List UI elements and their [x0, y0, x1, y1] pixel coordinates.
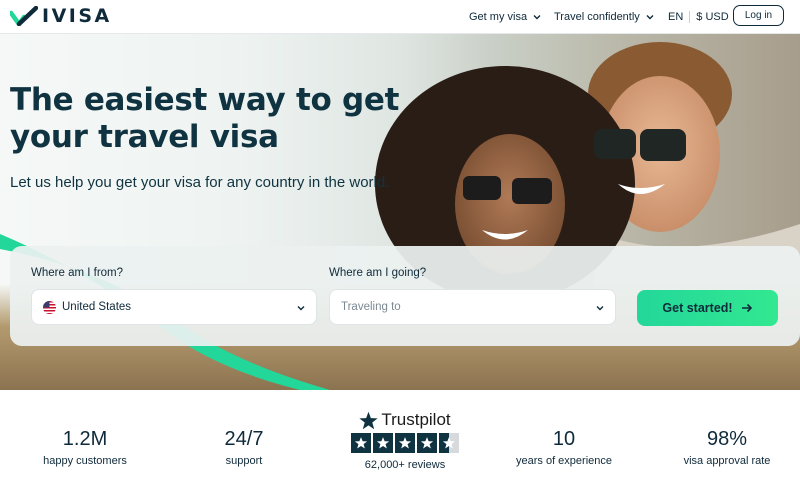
chevron-down-icon [533, 15, 541, 20]
stat-label: support [225, 455, 263, 467]
from-field-label: Where am I from? [31, 267, 124, 279]
stat-value: 10 [552, 428, 576, 450]
stat-happy-customers: 1.2M happy customers [25, 428, 145, 467]
stat-years-experience: 10 years of experience [504, 428, 624, 467]
star-icon [351, 433, 371, 453]
hero-subline: Let us help you get your visa for any co… [10, 174, 390, 191]
destination-placeholder: Traveling to [341, 301, 401, 313]
to-field-label: Where am I going? [329, 267, 427, 279]
visa-search-panel: Where am I from? United States Where am … [10, 246, 800, 346]
stats-bar: 1.2M happy customers 24/7 support Trustp… [0, 390, 800, 495]
language-selector[interactable]: EN [668, 11, 683, 23]
hero-headline: The easiest way to get your travel visa [10, 82, 400, 155]
trustpilot-reviews: 62,000+ reviews [364, 459, 446, 471]
chevron-down-icon [596, 306, 604, 311]
stat-support: 24/7 support [184, 428, 304, 467]
nav-get-my-visa[interactable]: Get my visa [469, 11, 542, 23]
us-flag-icon [43, 300, 56, 314]
divider [689, 11, 691, 23]
trustpilot-star-icon [359, 411, 378, 429]
stat-approval-rate: 98% visa approval rate [664, 428, 790, 467]
stat-label: years of experience [516, 455, 612, 467]
nav-label: Get my visa [469, 11, 528, 23]
trustpilot-rating [330, 433, 480, 453]
trustpilot-widget[interactable]: Trustpilot 62,000+ reviews [330, 410, 480, 471]
star-icon [417, 433, 437, 453]
trustpilot-name: Trustpilot [381, 410, 451, 429]
top-header: IVISA Get my visa Travel confidently EN … [0, 0, 800, 34]
trustpilot-title: Trustpilot [330, 410, 480, 430]
chevron-down-icon [297, 306, 305, 311]
currency-selector[interactable]: $ USD [696, 11, 728, 23]
star-icon [395, 433, 415, 453]
stat-label: visa approval rate [683, 455, 771, 467]
login-button[interactable]: Log in [733, 5, 784, 26]
logo-text: IVISA [42, 5, 112, 27]
checkmark-logo-icon [10, 6, 38, 26]
stat-value: 1.2M [62, 428, 108, 450]
nav-label: Travel confidently [554, 11, 640, 23]
get-started-button[interactable]: Get started! [637, 290, 778, 326]
ivisa-logo[interactable]: IVISA [10, 5, 112, 27]
from-country-value: United States [62, 301, 132, 313]
stat-value: 98% [706, 428, 748, 450]
star-icon [373, 433, 393, 453]
stat-value: 24/7 [224, 428, 264, 450]
nav-travel-confidently[interactable]: Travel confidently [554, 11, 655, 23]
half-star-icon [439, 433, 459, 453]
chevron-down-icon [646, 15, 654, 20]
from-country-select[interactable]: United States [31, 289, 317, 325]
hero-section: The easiest way to get your travel visa … [0, 34, 800, 390]
destination-select[interactable]: Traveling to [329, 289, 616, 325]
stat-label: happy customers [43, 455, 127, 467]
get-started-label: Get started! [662, 301, 733, 315]
arrow-right-icon [741, 303, 752, 313]
